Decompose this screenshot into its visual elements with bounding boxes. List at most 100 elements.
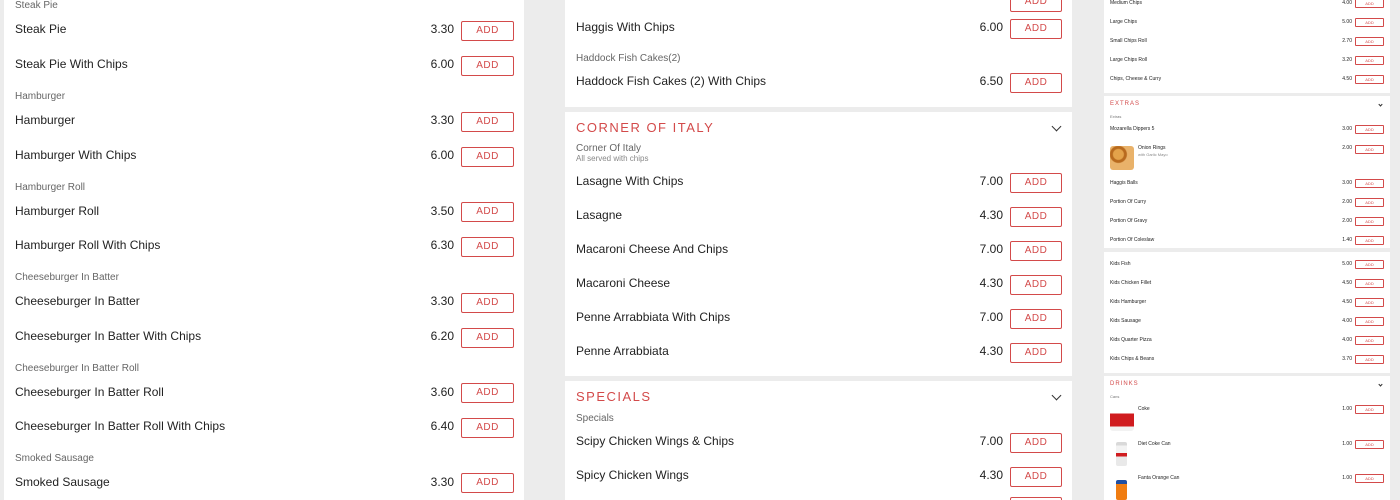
- section-title[interactable]: CORNER OF ITALY: [576, 120, 714, 135]
- menu-column-right: Medium Chips 4.00 ADD Large Chips 5.00 A…: [1104, 0, 1390, 500]
- menu-item-name: Kids Sausage: [1110, 318, 1141, 324]
- add-button[interactable]: ADD: [1355, 474, 1384, 483]
- specials-section: SPECIALS Specials Scipy Chicken Wings & …: [565, 381, 1072, 500]
- add-button[interactable]: ADD: [461, 112, 514, 132]
- menu-item-price: 7.00: [979, 174, 1003, 188]
- add-button[interactable]: ADD: [461, 383, 514, 403]
- menu-item-name: Scipy Chicken Wings & Chips: [576, 434, 735, 448]
- add-button[interactable]: ADD: [461, 418, 514, 438]
- menu-item-price: 6.30: [430, 238, 454, 252]
- add-button[interactable]: ADD: [1355, 125, 1384, 134]
- add-button[interactable]: ADD: [1010, 467, 1062, 487]
- add-button[interactable]: ADD: [461, 293, 514, 313]
- menu-item-price: 4.30: [979, 344, 1003, 358]
- category-label: Hamburger Roll: [15, 182, 86, 193]
- chevron-down-icon[interactable]: [1378, 382, 1383, 387]
- menu-item-price: 4.00: [1342, 0, 1352, 6]
- menu-item-name: Medium Chips: [1110, 0, 1142, 6]
- chevron-down-icon[interactable]: [1378, 102, 1383, 107]
- coke-can-image: [1110, 409, 1134, 431]
- section-title[interactable]: EXTRAS: [1110, 101, 1140, 107]
- add-button[interactable]: ADD: [1010, 433, 1062, 453]
- add-button[interactable]: ADD: [461, 473, 514, 493]
- menu-item-price: 2.00: [1342, 199, 1352, 205]
- add-button[interactable]: ADD: [1355, 75, 1384, 84]
- add-button[interactable]: ADD: [1355, 217, 1384, 226]
- add-button[interactable]: ADD: [1010, 19, 1062, 39]
- add-button[interactable]: ADD: [1355, 405, 1384, 414]
- menu-item-price: 3.30: [430, 113, 454, 127]
- menu-item-price: 3.60: [430, 385, 454, 399]
- menu-item-price: 7.00: [979, 434, 1003, 448]
- add-button[interactable]: ADD: [461, 21, 514, 41]
- menu-item-price: 3.00: [1342, 126, 1352, 132]
- add-button[interactable]: ADD: [461, 147, 514, 167]
- add-button[interactable]: ADD: [1355, 355, 1384, 364]
- add-button[interactable]: ADD: [1355, 236, 1384, 245]
- menu-item-price: 7.00: [979, 242, 1003, 256]
- add-button[interactable]: ADD: [461, 237, 514, 257]
- add-button[interactable]: ADD: [1010, 73, 1062, 93]
- add-button[interactable]: ADD: [1355, 179, 1384, 188]
- add-button[interactable]: ADD: [1010, 309, 1062, 329]
- add-button[interactable]: ADD: [1355, 56, 1384, 65]
- menu-item-price: 3.00: [1342, 180, 1352, 186]
- drinks-section: DRINKS Cans Coke 1.00 ADD Diet Coke Can …: [1104, 376, 1390, 500]
- add-button[interactable]: ADD: [461, 56, 514, 76]
- corner-of-italy-section: CORNER OF ITALY Corner Of Italy All serv…: [565, 112, 1072, 376]
- menu-item-description: with Garlic Mayo: [1138, 152, 1168, 157]
- menu-item-price: 4.30: [979, 208, 1003, 222]
- menu-item-name: Hamburger Roll With Chips: [15, 238, 161, 252]
- menu-item-name: Lasagne With Chips: [576, 174, 684, 188]
- add-button[interactable]: ADD: [1355, 260, 1384, 269]
- add-button[interactable]: ADD: [1355, 37, 1384, 46]
- add-button[interactable]: ADD: [461, 202, 514, 222]
- add-button[interactable]: ADD: [1355, 440, 1384, 449]
- add-button[interactable]: ADD: [1355, 145, 1384, 154]
- add-button[interactable]: ADD: [1010, 241, 1062, 261]
- menu-item-name: Kids Chips & Beans: [1110, 356, 1155, 362]
- category-label: Specials: [576, 413, 614, 424]
- menu-column-middle: ADD Haggis With Chips 6.00 ADD Haddock F…: [565, 0, 1072, 500]
- menu-item-price: 6.20: [430, 329, 454, 343]
- menu-item-price: 6.50: [979, 74, 1003, 88]
- menu-item-name: Chips, Cheese & Curry: [1110, 76, 1162, 82]
- add-button[interactable]: ADD: [461, 328, 514, 348]
- add-button[interactable]: ADD: [1010, 207, 1062, 227]
- add-button[interactable]: ADD: [1010, 173, 1062, 193]
- category-label: Smoked Sausage: [15, 453, 94, 464]
- menu-item-name: Portion Of Coleslaw: [1110, 237, 1155, 243]
- menu-item-price: 4.50: [1342, 280, 1352, 286]
- add-button[interactable]: ADD: [1355, 0, 1384, 8]
- onion-rings-image: [1110, 146, 1134, 170]
- add-button[interactable]: ADD: [1355, 279, 1384, 288]
- chevron-down-icon[interactable]: [1051, 121, 1062, 132]
- menu-item-price: 4.50: [1342, 76, 1352, 82]
- menu-item-price: 6.00: [979, 20, 1003, 34]
- menu-item-name: Portion Of Gravy: [1110, 218, 1148, 224]
- chips-section-card: Medium Chips 4.00 ADD Large Chips 5.00 A…: [1104, 0, 1390, 93]
- menu-item-name: Cheeseburger In Batter Roll With Chips: [15, 419, 226, 433]
- add-button[interactable]: ADD: [1355, 198, 1384, 207]
- category-label: Cheeseburger In Batter: [15, 272, 119, 283]
- category-label: Extras: [1110, 114, 1122, 119]
- chevron-down-icon[interactable]: [1051, 390, 1062, 401]
- add-button[interactable]: ADD: [1010, 275, 1062, 295]
- menu-item-name: Penne Arrabbiata: [576, 344, 669, 358]
- menu-item-price: 3.70: [1342, 356, 1352, 362]
- add-button[interactable]: ADD: [1355, 317, 1384, 326]
- menu-item-name: Haggis Balls: [1110, 180, 1138, 186]
- add-button[interactable]: ADD: [1355, 18, 1384, 27]
- menu-item-name: Mozarella Dippers 5: [1110, 126, 1155, 132]
- add-button[interactable]: ADD: [1355, 336, 1384, 345]
- menu-item-price: 2.00: [1342, 218, 1352, 224]
- add-button[interactable]: ADD: [1010, 0, 1062, 12]
- menu-item-price: 1.00: [1342, 406, 1352, 412]
- section-title[interactable]: DRINKS: [1110, 381, 1139, 387]
- section-title[interactable]: SPECIALS: [576, 389, 652, 404]
- menu-item-price: 3.50: [430, 204, 454, 218]
- extras-section: EXTRAS Extras Mozarella Dippers 5 3.00 A…: [1104, 96, 1390, 248]
- add-button[interactable]: ADD: [1355, 298, 1384, 307]
- menu-item-name: Diet Coke Can: [1138, 441, 1171, 447]
- add-button[interactable]: ADD: [1010, 343, 1062, 363]
